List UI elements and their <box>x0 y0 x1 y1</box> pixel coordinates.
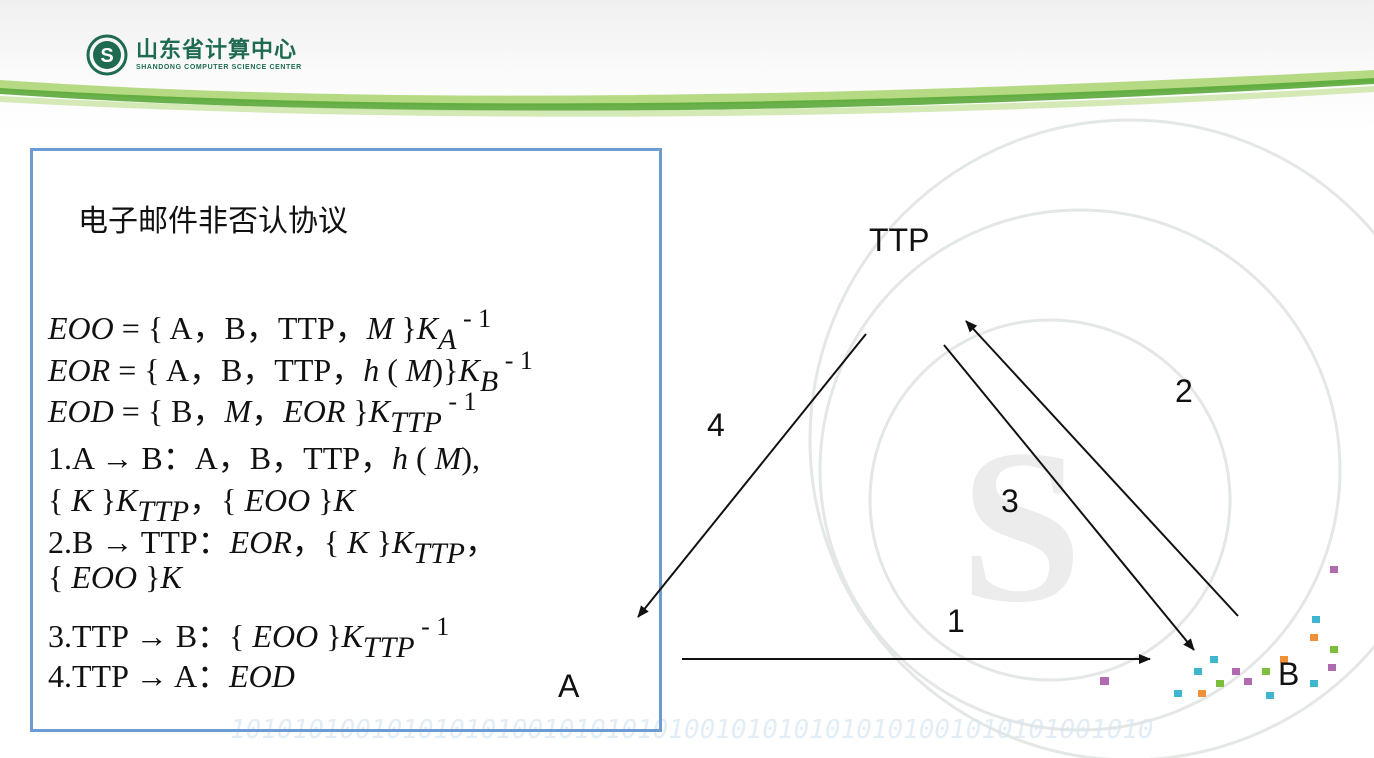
arrow-b-to-ttp <box>965 320 1239 617</box>
arrow-ttp-to-b <box>943 344 1195 651</box>
flow-arrows <box>637 320 1239 664</box>
arrow-ttp-to-a <box>637 333 867 618</box>
